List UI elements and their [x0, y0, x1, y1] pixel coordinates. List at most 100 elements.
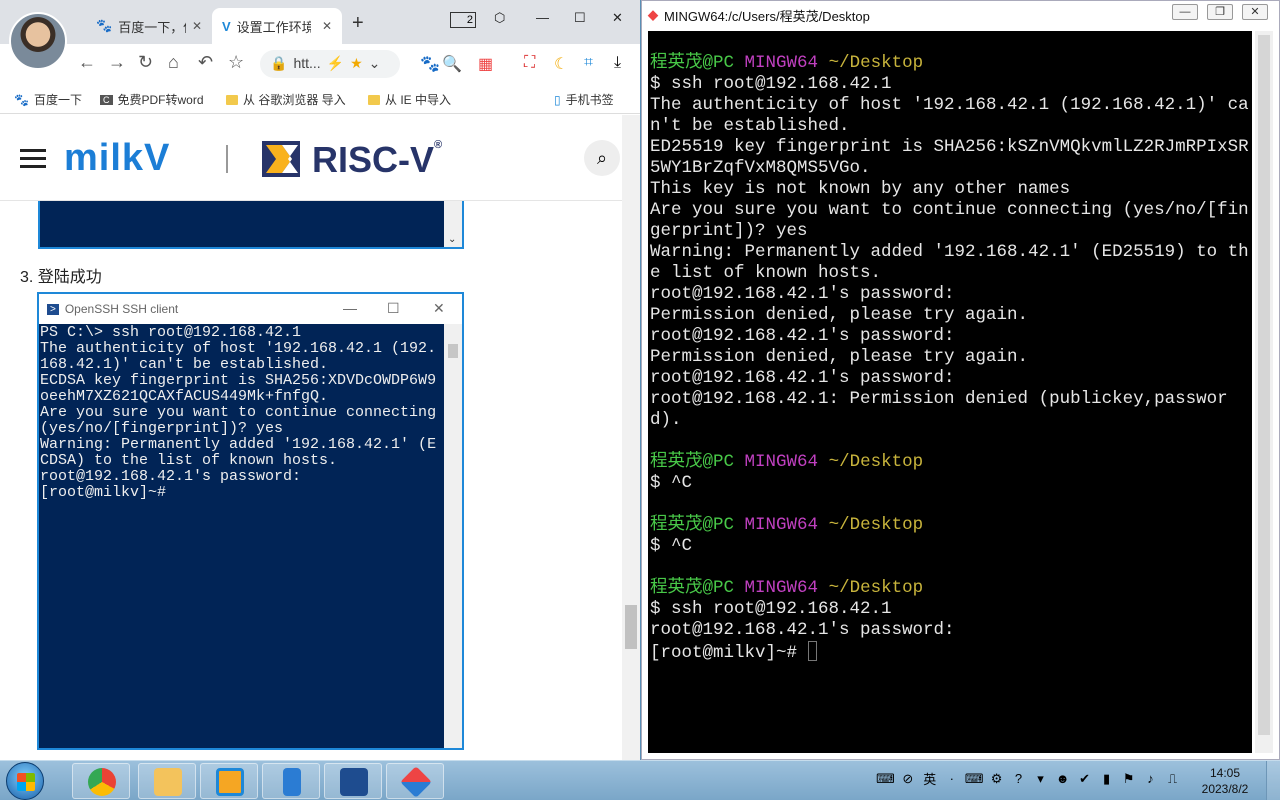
clock[interactable]: 14:05 2023/8/2 — [1190, 765, 1260, 797]
qq-icon[interactable]: ☻ — [1054, 771, 1072, 786]
apps-icon[interactable]: ▦ — [478, 54, 493, 74]
undo-icon[interactable]: ↶ — [198, 52, 213, 73]
registered-mark: ® — [434, 139, 443, 151]
terminal-scrollbar[interactable] — [1255, 31, 1273, 753]
address-bar[interactable]: 🔒 htt... ⚡ ★ ⌄ — [260, 50, 400, 78]
lightning-icon[interactable]: ⚡ — [327, 55, 344, 78]
flag-icon[interactable]: ⚑ — [1120, 771, 1138, 787]
pdf-icon[interactable]: ⛶ — [524, 54, 535, 72]
baidu-paw-icon: 🐾 — [14, 92, 29, 107]
clock-date: 2023/8/2 — [1201, 782, 1249, 796]
risc-v-text: RISC-V — [312, 139, 435, 180]
browser-toolbar: ← → ↻ ⌂ ↶ ☆ 🔒 htt... ⚡ ★ ⌄ 🐾 🔍 ▦ ⛶ ☾ ⌗ ⤓ — [0, 44, 640, 82]
ime-label[interactable]: 英 — [921, 769, 939, 788]
scrollbar-thumb[interactable] — [625, 605, 637, 649]
bookmark-folder-chrome[interactable]: 从 谷歌浏览器 导入 — [226, 91, 346, 108]
bookmark-label: 手机书签 — [565, 93, 614, 107]
baidu-search-icon[interactable]: 🐾 — [420, 54, 440, 74]
new-tab-button[interactable]: + — [352, 12, 364, 35]
scrollbar-thumb[interactable] — [1258, 35, 1270, 735]
git-icon[interactable] — [386, 763, 444, 799]
network-icon[interactable]: ▮ — [1098, 771, 1116, 787]
tab-count-icon[interactable]: 2 — [450, 12, 476, 28]
bookmark-folder-ie[interactable]: 从 IE 中导入 — [368, 91, 451, 108]
prompt-user: 程英茂@PC — [650, 452, 735, 472]
minimize-button[interactable]: — — [536, 10, 549, 25]
maximize-icon: ☐ — [387, 300, 400, 316]
taskbar: ⌨ ⊘ 英 · ⌨ ⚙ ? ▾ ☻ ✔ ▮ ⚑ ♪ ⎍ 14:05 2023/8… — [0, 760, 1280, 800]
close-window-button[interactable]: ✕ — [612, 10, 623, 26]
bookmark-pdf-word[interactable]: C 免费PDF转word — [100, 91, 204, 108]
no-entry-icon[interactable]: ⊘ — [899, 771, 917, 787]
risc-v-wordmark: RISC-V® — [312, 139, 442, 181]
star-icon[interactable]: ★ — [350, 55, 363, 78]
start-button[interactable] — [6, 762, 44, 800]
bookmark-label: 从 IE 中导入 — [385, 93, 452, 107]
git-bash-icon: ◆ — [648, 7, 658, 22]
vmware-icon[interactable] — [200, 763, 258, 799]
download-icon[interactable]: ⤓ — [614, 54, 621, 72]
milkv-logo[interactable]: milkV — [64, 137, 170, 180]
terminal-titlebar: ◆ MINGW64:/c/Users/程英茂/Desktop — ❐ ✕ — [642, 1, 1279, 29]
help-icon[interactable]: ? — [1010, 771, 1028, 786]
system-tray: ⌨ ⊘ 英 · ⌨ ⚙ ? ▾ ☻ ✔ ▮ ⚑ ♪ ⎍ — [876, 769, 1182, 788]
search-icon[interactable]: 🔍 — [442, 54, 462, 74]
prompt-env: MINGW64 — [744, 578, 819, 598]
dot-icon[interactable]: · — [943, 771, 961, 786]
page-scrollbar[interactable] — [622, 115, 640, 760]
prompt-user: 程英茂@PC — [650, 515, 735, 535]
show-desktop-button[interactable] — [1266, 761, 1280, 800]
avatar[interactable] — [9, 12, 67, 70]
forward-icon[interactable]: → — [108, 52, 126, 73]
maximize-button[interactable]: ☐ — [574, 10, 586, 26]
minimize-button[interactable]: — — [1172, 4, 1198, 20]
web-page: milkV RISC-V® ⌕ ⌄ 3. 登陆成功 > OpenSSH SSH … — [0, 115, 622, 760]
phone-link-icon[interactable] — [262, 763, 320, 799]
close-icon[interactable]: ✕ — [322, 19, 332, 33]
tab-setup[interactable]: V 设置工作环境 ✕ — [212, 8, 342, 44]
tab-label: 百度一下，你就知道 — [118, 19, 186, 35]
terminal-output[interactable]: 程英茂@PC MINGW64 ~/Desktop $ ssh root@192.… — [648, 31, 1252, 753]
tools-icon[interactable]: ▾ — [1032, 771, 1050, 787]
chevron-down-icon[interactable]: ⌄ — [369, 55, 381, 78]
prompt-env: MINGW64 — [744, 515, 819, 535]
usb-icon[interactable]: ⎍ — [1164, 771, 1182, 787]
url-text: htt... — [293, 55, 321, 71]
menu-icon[interactable] — [20, 149, 46, 169]
maximize-button[interactable]: ❐ — [1207, 4, 1233, 20]
chrome-icon[interactable] — [72, 763, 130, 799]
back-icon[interactable]: ← — [78, 52, 96, 73]
clock-time: 14:05 — [1209, 766, 1241, 780]
powershell-title: OpenSSH SSH client — [64, 302, 179, 316]
close-icon[interactable]: ✕ — [192, 19, 202, 33]
scrollbar — [444, 324, 462, 748]
text-cursor — [807, 641, 817, 661]
volume-icon[interactable]: ♪ — [1142, 771, 1160, 786]
keyboard-icon[interactable]: ⌨ — [876, 771, 895, 787]
pin-icon[interactable]: ⬡ — [494, 10, 505, 26]
home-icon[interactable]: ⌂ — [168, 52, 179, 73]
terminal-block: $ ^C — [650, 536, 693, 556]
soft-keyboard-icon[interactable]: ⌨ — [965, 771, 984, 787]
file-explorer-icon[interactable] — [138, 763, 196, 799]
close-window-button[interactable]: ✕ — [1242, 4, 1268, 20]
bookmark-mobile[interactable]: ▯ 手机书签 — [554, 91, 614, 108]
windows-logo-icon — [17, 773, 35, 791]
bookmark-baidu[interactable]: 🐾 百度一下 — [14, 91, 82, 108]
crop-icon[interactable]: ⌗ — [584, 54, 593, 72]
powershell-screenshot: > OpenSSH SSH client — ☐ ✕ PS C:\> ssh r… — [37, 292, 464, 750]
tab-baidu[interactable]: 🐾 百度一下，你就知道 ✕ — [86, 8, 212, 44]
step-label: 3. 登陆成功 — [20, 269, 102, 286]
star-outline-icon[interactable]: ☆ — [228, 52, 244, 73]
browser-window: 🐾 百度一下，你就知道 ✕ V 设置工作环境 ✕ + 2 ⬡ — ☐ ✕ ← →… — [0, 0, 640, 760]
terminal-screenshot-partial: ⌄ — [38, 201, 464, 249]
reload-icon[interactable]: ↻ — [138, 52, 153, 73]
site-search-icon[interactable]: ⌕ — [584, 140, 620, 176]
lock-icon: 🔒 — [270, 55, 288, 71]
mingw-terminal-window: ◆ MINGW64:/c/Users/程英茂/Desktop — ❐ ✕ 程英茂… — [641, 0, 1280, 760]
powershell-icon[interactable] — [324, 763, 382, 799]
security-icon[interactable]: ✔ — [1076, 771, 1094, 787]
settings-icon[interactable]: ⚙ — [988, 771, 1006, 787]
night-mode-icon[interactable]: ☾ — [554, 54, 568, 74]
prompt-env: MINGW64 — [744, 53, 819, 73]
